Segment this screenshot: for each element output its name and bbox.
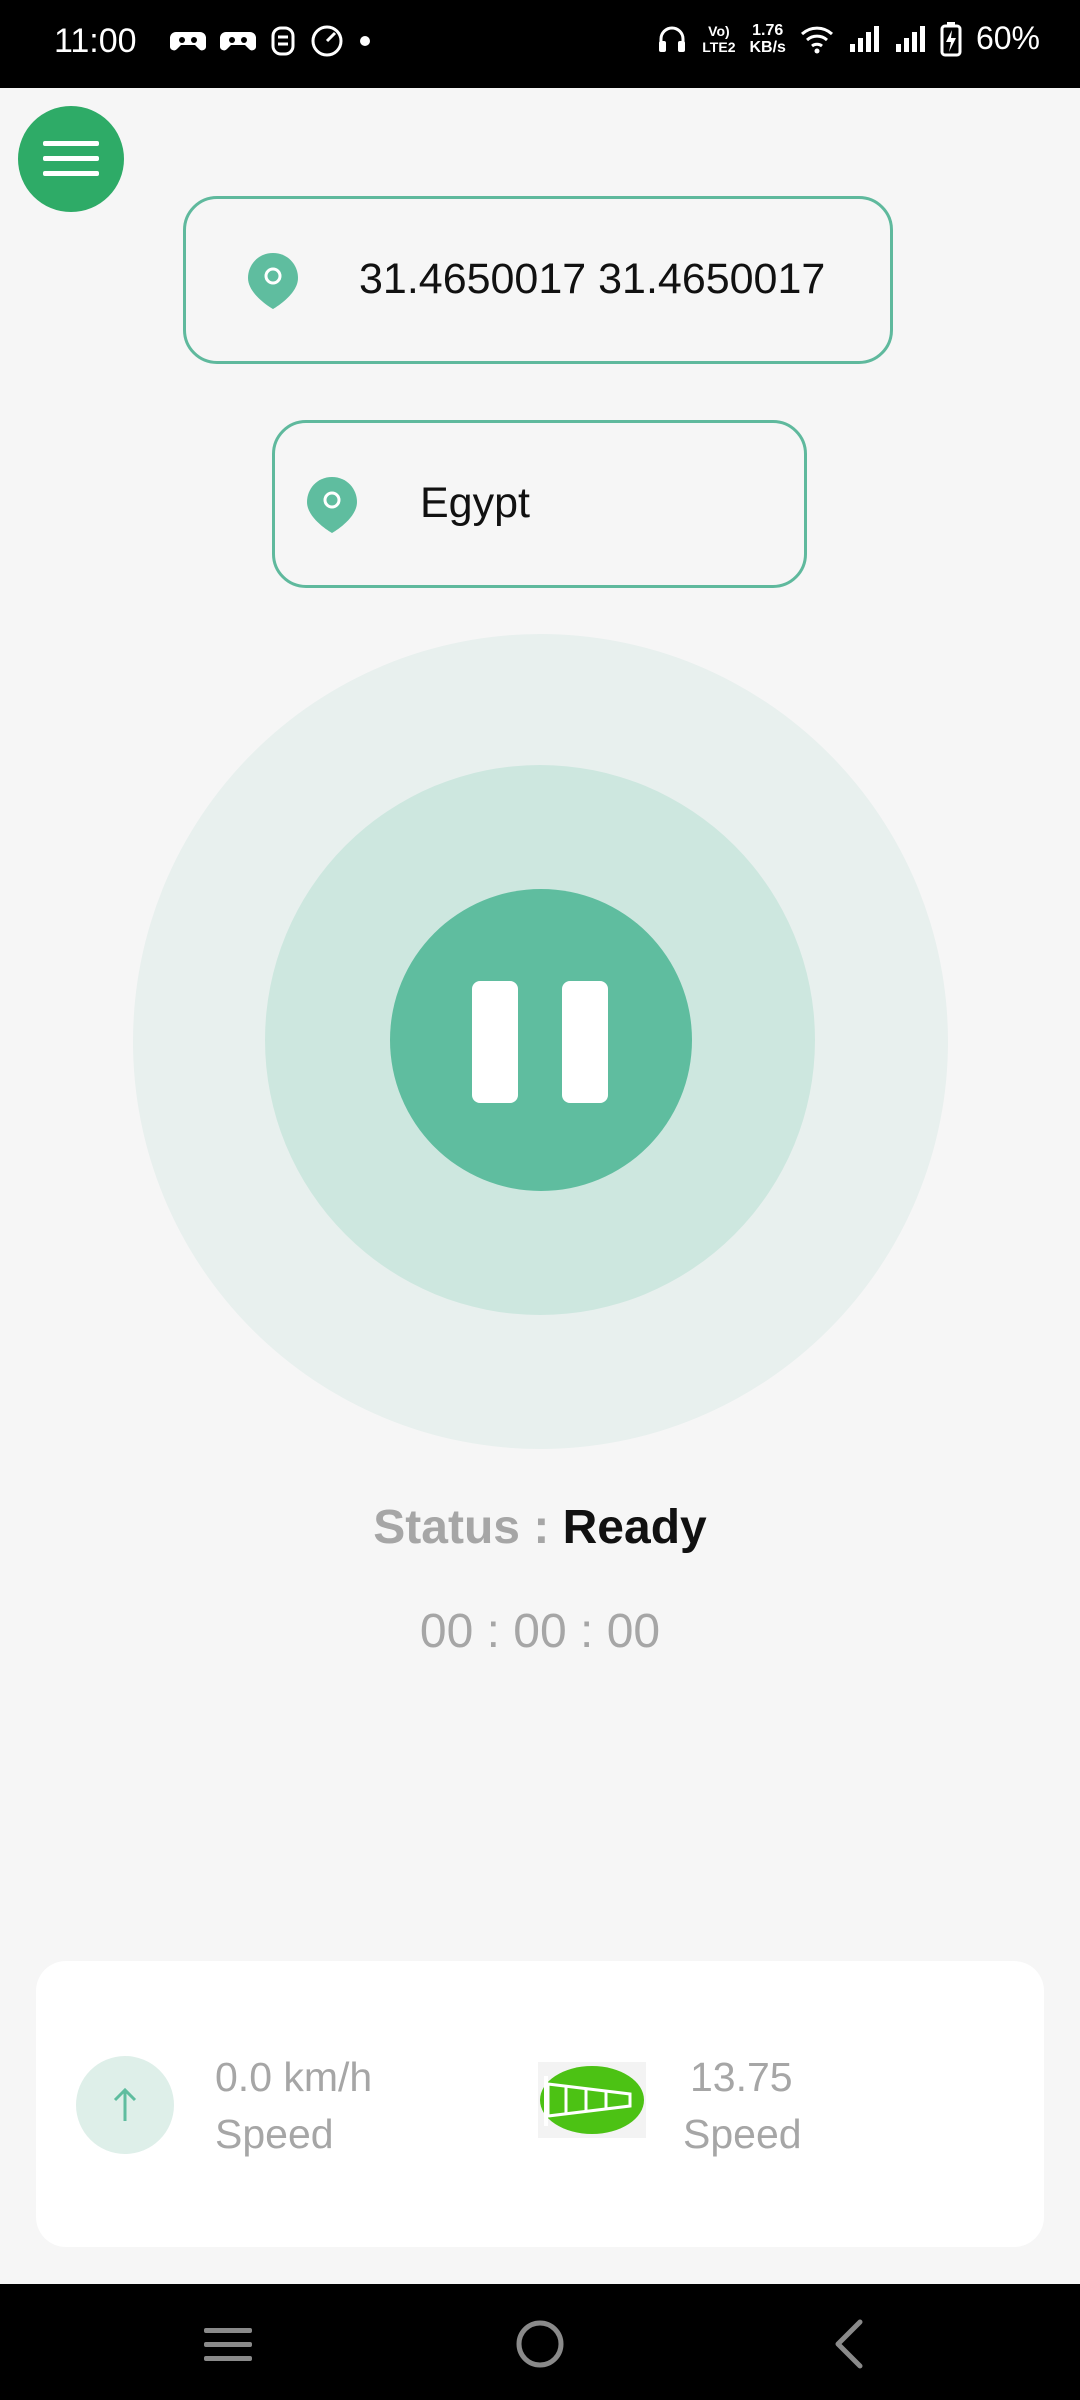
speed-value: 0.0 km/h (215, 2054, 373, 2100)
battery-charging-icon (940, 21, 962, 56)
speed-icon-circle (76, 2056, 174, 2154)
mask-icon (271, 26, 295, 56)
pause-button[interactable] (390, 889, 692, 1191)
status-label: Status : (373, 1501, 563, 1554)
signal-icon (895, 25, 925, 52)
network-speed: 1.76 KB/s (750, 22, 786, 56)
arrow-up-icon (113, 2087, 137, 2121)
system-status-icons: Vo) LTE2 1.76 KB/s 60% (656, 20, 1040, 57)
status-line: Status : Ready (0, 1500, 1080, 1555)
coordinates-card: 31.4650017 31.4650017 (183, 196, 893, 364)
country-text: Egypt (420, 479, 530, 527)
status-value: Ready (562, 1501, 707, 1554)
battery-percentage: 60% (975, 20, 1040, 56)
home-icon[interactable] (510, 2314, 570, 2374)
volte-indicator: Vo) LTE2 (702, 23, 735, 55)
pause-bar-left (472, 981, 518, 1103)
windsock-icon (538, 2062, 646, 2138)
speed-label: Speed (215, 2111, 334, 2157)
wifi-icon (800, 26, 833, 53)
coordinates-text: 31.4650017 31.4650017 (359, 255, 826, 303)
recent-apps-icon[interactable] (198, 2314, 258, 2374)
wind-speed-label: Speed (683, 2111, 802, 2157)
headphones-icon (659, 26, 686, 52)
back-icon[interactable] (820, 2314, 880, 2374)
menu-button[interactable] (18, 106, 124, 212)
wind-speed-value: 13.75 (690, 2054, 793, 2100)
location-pin-icon (248, 253, 298, 309)
network-speed-unit: KB/s (749, 38, 786, 56)
network-speed-value: 1.76 (752, 21, 784, 39)
speedometer-icon (311, 25, 343, 57)
navigation-bar (0, 2284, 1080, 2400)
location-pin-icon (307, 477, 357, 533)
volte-label: Vo) (708, 22, 730, 39)
notification-icons (170, 24, 372, 58)
pause-bar-right (562, 981, 608, 1103)
hamburger-icon (43, 141, 99, 176)
stats-card: 0.0 km/h Speed 13.75 Speed (36, 1961, 1044, 2247)
status-bar: 11:00 Vo) LTE2 1.76 KB/s 60% (0, 0, 1080, 88)
country-card: Egypt (272, 420, 807, 588)
status-time: 11:00 (54, 22, 137, 60)
lte-label: LTE2 (702, 38, 736, 55)
dot-icon (360, 36, 370, 46)
signal-icon (849, 25, 879, 52)
game-controller-icon (220, 32, 256, 51)
game-controller-icon (170, 32, 206, 51)
timer: 00 : 00 : 00 (419, 1605, 661, 1658)
